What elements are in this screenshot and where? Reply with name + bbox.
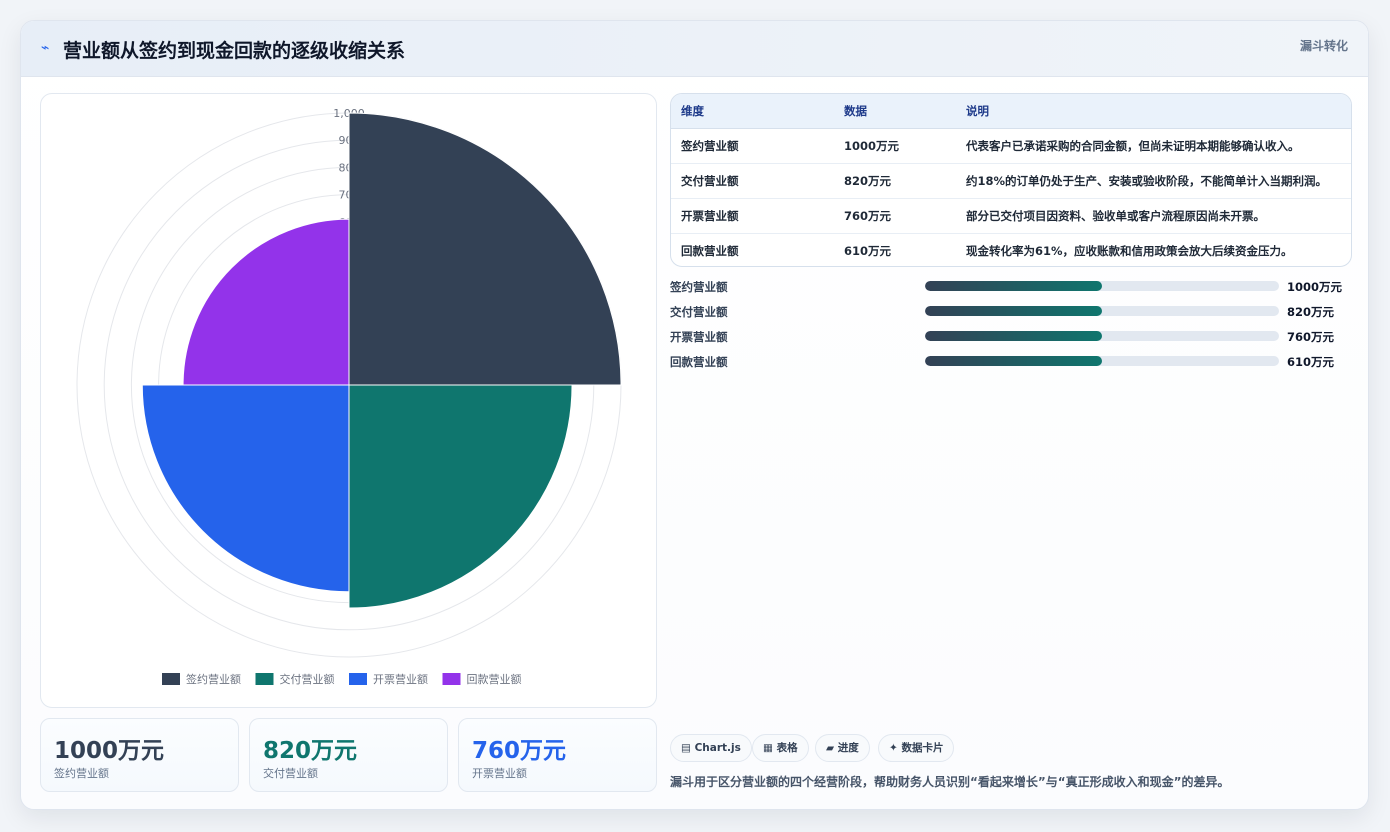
table-cell: 约18%的订单仍处于生产、安装或验收阶段，不能简单计入当期利润。 xyxy=(966,173,1328,188)
progress-fill xyxy=(925,306,1102,316)
progress-row: 交付营业额 820万元 xyxy=(670,304,1352,329)
legend-label: 回款营业额 xyxy=(467,672,522,686)
legend-label: 交付营业额 xyxy=(280,672,335,686)
progress-label: 交付营业额 xyxy=(670,305,728,319)
polar-area-chart: 1,000900800700600签约营业额交付营业额开票营业额回款营业额 xyxy=(76,107,622,686)
progress-fill xyxy=(925,356,1102,366)
lightning-icon: ⌁ xyxy=(41,40,50,56)
table-row: 签约营业额 1000万元 代表客户已承诺采购的合同金额，但尚未证明本期能够确认收… xyxy=(671,128,1351,163)
table-cell: 610万元 xyxy=(844,243,892,258)
progress-fill xyxy=(925,281,1102,291)
progress-value: 760万元 xyxy=(1287,330,1335,344)
progress-row: 签约营业额 1000万元 xyxy=(670,279,1352,304)
table-cell: 交付营业额 xyxy=(681,173,739,188)
table-cell: 现金转化率为61%，应收账款和信用政策会放大后续资金压力。 xyxy=(966,243,1293,258)
table-header-cell: 维度 xyxy=(671,94,834,129)
data-table: 维度 数据 说明 签约营业额 1000万元 代表客户已承诺采购的合同金额，但尚未… xyxy=(670,93,1352,267)
chip-data-cards[interactable]: ✦ 数据卡片 xyxy=(878,734,955,762)
legend-swatch xyxy=(349,673,367,685)
polar-sector xyxy=(141,384,350,593)
table-cell: 代表客户已承诺采购的合同金额，但尚未证明本期能够确认收入。 xyxy=(966,138,1300,153)
kpi-value: 820万元 xyxy=(263,738,358,764)
progress-value: 820万元 xyxy=(1287,305,1335,319)
progress-track xyxy=(925,306,1279,316)
polar-sector xyxy=(348,384,573,609)
table-header-cell: 说明 xyxy=(956,94,1351,129)
chip-table[interactable]: ▦ 表格 xyxy=(752,734,809,762)
progress-label: 回款营业额 xyxy=(670,355,728,369)
legend-swatch xyxy=(255,673,274,685)
chip-progress[interactable]: ▰ 进度 xyxy=(815,734,870,762)
table-cell: 820万元 xyxy=(844,173,892,188)
header-tag: 漏斗转化 xyxy=(1299,39,1348,53)
progress-row: 回款营业额 610万元 xyxy=(670,354,1352,379)
progress-value: 610万元 xyxy=(1287,355,1335,369)
legend-swatch xyxy=(442,673,461,685)
kpi-label: 开票营业额 xyxy=(472,767,527,780)
polar-sector xyxy=(348,112,622,386)
chip-chartjs[interactable]: ▤ Chart.js xyxy=(670,734,752,762)
table-cell: 760万元 xyxy=(844,208,892,223)
progress-track xyxy=(925,356,1279,366)
progress-list: 签约营业额 1000万元 交付营业额 820万元 开票营业额 760万元 回款营… xyxy=(670,279,1352,379)
polar-chart-panel: 1,000900800700600签约营业额交付营业额开票营业额回款营业额 xyxy=(40,93,657,708)
page-title: 营业额从签约到现金回款的逐级收缩关系 xyxy=(63,40,406,62)
progress-track xyxy=(925,331,1279,341)
kpi-label: 交付营业额 xyxy=(263,767,318,780)
progress-value: 1000万元 xyxy=(1287,280,1343,294)
legend-label: 签约营业额 xyxy=(186,672,241,686)
progress-track xyxy=(925,281,1279,291)
table-row: 交付营业额 820万元 约18%的订单仍处于生产、安装或验收阶段，不能简单计入当… xyxy=(671,163,1351,198)
table-row: 开票营业额 760万元 部分已交付项目因资料、验收单或客户流程原因尚未开票。 xyxy=(671,198,1351,233)
table-header-cell: 数据 xyxy=(834,94,956,129)
main-card: ⌁ 营业额从签约到现金回款的逐级收缩关系 漏斗转化 1,000900800700… xyxy=(20,20,1369,810)
table-row: 回款营业额 610万元 现金转化率为61%，应收账款和信用政策会放大后续资金压力… xyxy=(671,233,1351,266)
table-cell: 签约营业额 xyxy=(681,138,739,153)
kpi-card-signed: 1000万元 签约营业额 xyxy=(40,718,239,792)
kpi-value: 760万元 xyxy=(472,738,567,764)
polar-sector xyxy=(182,218,350,386)
legend-swatch xyxy=(162,673,180,685)
progress-row: 开票营业额 760万元 xyxy=(670,329,1352,354)
legend-label: 开票营业额 xyxy=(373,672,428,686)
table-cell: 开票营业额 xyxy=(681,208,739,223)
kpi-value: 1000万元 xyxy=(54,738,165,764)
header-bar: ⌁ 营业额从签约到现金回款的逐级收缩关系 漏斗转化 xyxy=(21,21,1368,77)
table-cell: 部分已交付项目因资料、验收单或客户流程原因尚未开票。 xyxy=(966,208,1265,223)
table-header-row: 维度 数据 说明 xyxy=(671,94,1351,129)
table-cell: 1000万元 xyxy=(844,138,900,153)
table-cell: 回款营业额 xyxy=(681,243,739,258)
kpi-card-invoiced: 760万元 开票营业额 xyxy=(458,718,657,792)
progress-label: 签约营业额 xyxy=(670,280,728,294)
progress-label: 开票营业额 xyxy=(670,330,728,344)
kpi-label: 签约营业额 xyxy=(54,767,109,780)
progress-fill xyxy=(925,331,1102,341)
footnote: 漏斗用于区分营业额的四个经营阶段，帮助财务人员识别“看起来增长”与“真正形成收入… xyxy=(670,775,1230,789)
kpi-card-delivered: 820万元 交付营业额 xyxy=(249,718,448,792)
